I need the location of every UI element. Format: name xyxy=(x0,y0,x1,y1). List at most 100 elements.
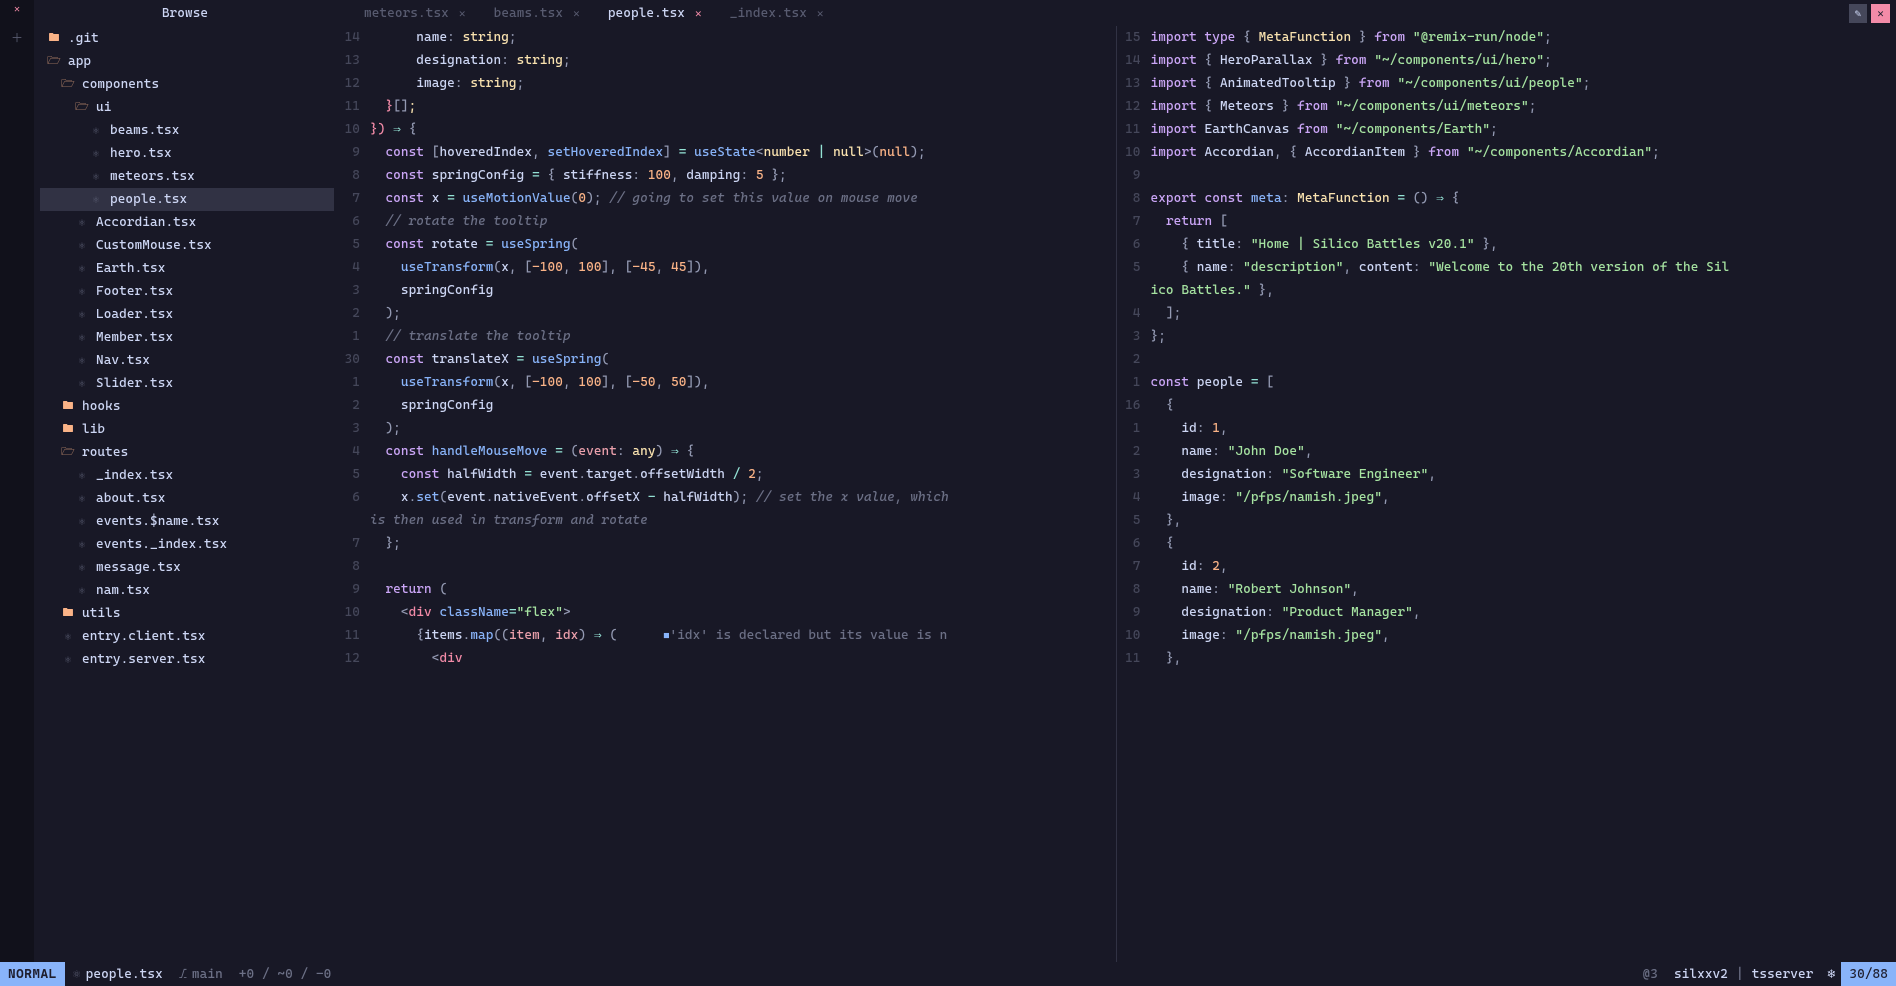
react-icon: ⚛ xyxy=(60,653,76,666)
code-line: 10 image: "/pfps/namish.jpeg", xyxy=(1117,624,1896,647)
status-lsp: tsserver xyxy=(1744,967,1822,982)
code-line: 4 image: "/pfps/namish.jpeg", xyxy=(1117,486,1896,509)
tree-item[interactable]: ⚛beams.tsx xyxy=(40,119,334,142)
tree-item[interactable]: ⚛Loader.tsx xyxy=(40,303,334,326)
line-number: 1 xyxy=(336,325,366,348)
code-line: 9 return ( xyxy=(336,578,1116,601)
line-number: 8 xyxy=(1117,187,1147,210)
tab-bar: meteors.tsx✕ beams.tsx✕ people.tsx✕ _index.… xyxy=(336,0,1896,26)
line-number: 3 xyxy=(336,279,366,302)
plus-icon[interactable]: ＋ xyxy=(11,29,23,46)
line-number: 11 xyxy=(336,95,366,118)
react-icon: ⚛ xyxy=(74,469,90,482)
line-number: 9 xyxy=(336,578,366,601)
tree-item[interactable]: 🖿lib xyxy=(40,418,334,441)
tree-item[interactable]: ⚛Accordian.tsx xyxy=(40,211,334,234)
tree-item[interactable]: ⚛events.$name.tsx xyxy=(40,510,334,533)
tree-item[interactable]: 🗁components xyxy=(40,73,334,96)
react-icon: ⚛ xyxy=(88,124,104,137)
close-tab-icon[interactable]: ✕ xyxy=(817,7,824,20)
tree-item[interactable]: ⚛Footer.tsx xyxy=(40,280,334,303)
code-line: 7 const x = useMotionValue(0); // going … xyxy=(336,187,1116,210)
tab[interactable]: meteors.tsx✕ xyxy=(354,0,476,26)
code-line: 8 xyxy=(336,555,1116,578)
line-number: 5 xyxy=(336,463,366,486)
code-line: 15import type { MetaFunction } from "@re… xyxy=(1117,26,1896,49)
code-line: 12 <div xyxy=(336,647,1116,670)
tree-item[interactable]: ⚛Earth.tsx xyxy=(40,257,334,280)
tab[interactable]: people.tsx✕ xyxy=(598,0,712,26)
file-tree[interactable]: 🖿.git🗁app🗁components🗁ui⚛beams.tsx⚛hero.t… xyxy=(34,27,336,962)
line-number: 13 xyxy=(1117,72,1147,95)
close-tab-icon[interactable]: ✕ xyxy=(573,7,580,20)
tab[interactable]: beams.tsx✕ xyxy=(484,0,590,26)
tree-item[interactable]: ⚛hero.tsx xyxy=(40,142,334,165)
file-name: Footer.tsx xyxy=(96,284,173,299)
file-name: Slider.tsx xyxy=(96,376,173,391)
line-number: 8 xyxy=(1117,578,1147,601)
line-number: 10 xyxy=(336,601,366,624)
close-tab-icon[interactable]: ✕ xyxy=(459,7,466,20)
tab[interactable]: _index.tsx✕ xyxy=(720,0,834,26)
tree-item[interactable]: 🗁routes xyxy=(40,441,334,464)
tree-item[interactable]: ⚛meteors.tsx xyxy=(40,165,334,188)
code-line: 30 const translateX = useSpring( xyxy=(336,348,1116,371)
line-number: 5 xyxy=(1117,256,1147,279)
code-line: 9 const [hoveredIndex, setHoveredIndex] … xyxy=(336,141,1116,164)
tree-item[interactable]: ⚛about.tsx xyxy=(40,487,334,510)
close-tab-icon[interactable]: ✕ xyxy=(695,7,702,20)
snowflake-icon: ❄ xyxy=(1821,967,1841,982)
file-name: people.tsx xyxy=(110,192,187,207)
code-line: 1 id: 1, xyxy=(1117,417,1896,440)
tree-item[interactable]: ⚛ entry.server.tsx xyxy=(40,648,334,671)
line-number: 6 xyxy=(336,486,366,509)
tree-item[interactable]: ⚛_index.tsx xyxy=(40,464,334,487)
tree-item[interactable]: ⚛events._index.tsx xyxy=(40,533,334,556)
tree-item[interactable]: 🖿utils xyxy=(40,602,334,625)
edit-icon[interactable]: ✎ xyxy=(1849,4,1868,23)
tree-item[interactable]: ⚛ nam.tsx xyxy=(40,579,334,602)
tree-item[interactable]: ⚛Nav.tsx xyxy=(40,349,334,372)
tree-item[interactable]: ⚛message.tsx xyxy=(40,556,334,579)
line-number: 10 xyxy=(1117,624,1147,647)
line-number: 16 xyxy=(1117,394,1147,417)
code-line: 11 }[]; xyxy=(336,95,1116,118)
line-number: 11 xyxy=(1117,647,1147,670)
line-number: 8 xyxy=(336,555,366,578)
file-name: app xyxy=(68,54,91,69)
file-name: entry.server.tsx xyxy=(82,652,205,667)
code-line: 12 image: string; xyxy=(336,72,1116,95)
tree-item[interactable]: ⚛Member.tsx xyxy=(40,326,334,349)
line-number: 30 xyxy=(336,348,366,371)
tree-item[interactable]: ⚛ Slider.tsx xyxy=(40,372,334,395)
editor-pane-right[interactable]: 15import type { MetaFunction } from "@re… xyxy=(1117,26,1896,962)
tree-item[interactable]: 🗁app xyxy=(40,50,334,73)
tree-item[interactable]: 🖿hooks xyxy=(40,395,334,418)
react-icon: ⚛ xyxy=(74,584,90,597)
line-number: 7 xyxy=(336,187,366,210)
code-line: 3 designation: "Software Engineer", xyxy=(1117,463,1896,486)
file-name: nam.tsx xyxy=(96,583,150,598)
code-line: 4 useTransform(x, [-100, 100], [-45, 45]… xyxy=(336,256,1116,279)
status-diagnostics: @3 xyxy=(1635,967,1666,982)
file-name: .git xyxy=(68,31,99,46)
tree-item[interactable]: 🗁ui xyxy=(40,96,334,119)
close-window-icon[interactable]: ✕ xyxy=(1871,4,1890,23)
code-line: 4 const handleMouseMove = (event: any) ⇒… xyxy=(336,440,1116,463)
status-file: ⚛people.tsx xyxy=(65,967,171,982)
react-icon: ⚛ xyxy=(74,377,90,390)
tree-item[interactable]: ⚛CustomMouse.tsx xyxy=(40,234,334,257)
editor-pane-left[interactable]: 14 name: string;13 designation: string;1… xyxy=(336,26,1117,962)
activity-bar: ✕ ＋ xyxy=(0,0,34,962)
line-number: 4 xyxy=(1117,486,1147,509)
code-line: 10}) ⇒ { xyxy=(336,118,1116,141)
react-icon: ⚛ xyxy=(74,538,90,551)
tree-item[interactable]: ⚛people.tsx xyxy=(40,188,334,211)
close-icon[interactable]: ✕ xyxy=(14,4,20,15)
code-line: 2 xyxy=(1117,348,1896,371)
line-number: 6 xyxy=(336,210,366,233)
file-name: entry.client.tsx xyxy=(82,629,205,644)
tree-item[interactable]: 🖿.git xyxy=(40,27,334,50)
tree-item[interactable]: ⚛entry.client.tsx xyxy=(40,625,334,648)
code-line: 6 { title: "Home | Silico Battles v20.1"… xyxy=(1117,233,1896,256)
